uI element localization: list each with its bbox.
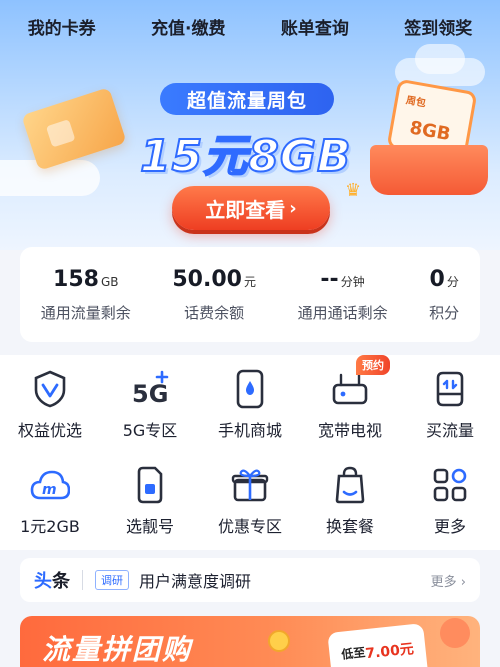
svg-text:5G: 5G <box>132 380 168 408</box>
grid-item-label: 宽带电视 <box>317 421 382 440</box>
stat-value: -- <box>320 266 339 292</box>
crown-icon: ♛ <box>345 180 362 201</box>
grid-item-choose-number[interactable]: 选靓号 <box>100 451 200 547</box>
grid-item-label: 换套餐 <box>325 517 374 536</box>
stat-unit: 分钟 <box>340 274 365 289</box>
group-buy-title: 流量拼团购 <box>42 633 193 666</box>
service-grid-row: 权益优选 5G 5G专区 手机商城 预约 宽带电视 买流量 <box>0 355 500 451</box>
sim-card-icon <box>130 465 170 505</box>
promo-headline: 15元8GB <box>139 130 352 183</box>
nav-recharge[interactable]: 充值·缴费 <box>145 6 231 47</box>
5g-icon: 5G <box>130 369 170 409</box>
chevron-right-icon: › <box>289 197 297 219</box>
router-icon <box>330 369 370 409</box>
grid-item-5g-zone[interactable]: 5G 5G专区 <box>100 355 200 451</box>
stat-value: 0 <box>429 266 445 292</box>
top-nav: 我的卡券 充值·缴费 账单查询 签到领奖 <box>0 0 500 52</box>
data-box-icon <box>430 369 470 409</box>
ball-decoration <box>440 618 470 648</box>
grid-item-label: 5G专区 <box>122 421 178 440</box>
grid-item-benefits[interactable]: 权益优选 <box>0 355 100 451</box>
grid-item-discount-zone[interactable]: 优惠专区 <box>200 451 300 547</box>
service-grid-row: m 1元2GB 选靓号 优惠专区 换套餐 更多 <box>0 451 500 547</box>
stat-label: 通用流量剩余 <box>40 303 131 322</box>
cloud-icon: m <box>30 465 70 505</box>
nav-bill-query[interactable]: 账单查询 <box>275 6 355 47</box>
grid-item-1yuan-2gb[interactable]: m 1元2GB <box>0 451 100 547</box>
grid-item-label: 1元2GB <box>20 517 80 536</box>
view-now-label: 立即查看 <box>205 197 286 222</box>
stat-value: 158 <box>53 266 99 292</box>
svg-text:m: m <box>42 482 57 498</box>
price-value: 7.00元 <box>364 641 415 663</box>
headline-logo-part1: 头 <box>34 571 52 592</box>
coin-icon <box>268 630 290 652</box>
group-buy-banner[interactable]: 流量拼团购 低至 7.00元 <box>20 616 480 667</box>
service-grid: 权益优选 5G 5G专区 手机商城 预约 宽带电视 买流量 m 1元2GB 选靓… <box>0 355 500 550</box>
grid-item-more[interactable]: 更多 <box>400 451 500 547</box>
grid-item-change-plan[interactable]: 换套餐 <box>300 451 400 547</box>
grid-item-broadband-tv[interactable]: 预约 宽带电视 <box>300 355 400 451</box>
divider <box>82 570 83 590</box>
account-stats-card: 158 GB 通用流量剩余 50.00 元 话费余额 -- 分钟 通用通话剩余 0分 … <box>20 247 480 342</box>
stat-call-remaining[interactable]: -- 分钟 通用通话剩余 <box>298 267 388 323</box>
news-title: 用户满意度调研 <box>139 572 252 591</box>
stat-unit: GB <box>100 274 119 289</box>
grid-item-label: 手机商城 <box>217 421 282 440</box>
price-card: 低至 7.00元 <box>327 623 429 667</box>
hero-banner[interactable]: 我的卡券 充值·缴费 账单查询 签到领奖 超值流量周包 15元8GB 8GB ♛… <box>0 0 500 250</box>
nav-checkin-reward[interactable]: 签到领奖 <box>398 6 478 47</box>
headline-news-bar[interactable]: 头条 调研 用户满意度调研 更多 › <box>20 558 480 602</box>
promo-tag: 超值流量周包 <box>160 83 334 115</box>
grid-item-phone-mall[interactable]: 手机商城 <box>200 355 300 451</box>
news-tag: 调研 <box>95 570 129 590</box>
stat-data-remaining[interactable]: 158 GB 通用流量剩余 <box>41 267 131 323</box>
grid-item-label: 更多 <box>433 517 466 536</box>
reservation-badge: 预约 <box>356 355 390 375</box>
stat-value: 50.00 <box>172 266 242 292</box>
stat-balance[interactable]: 50.00 元 话费余额 <box>172 267 256 323</box>
phone-icon <box>230 369 270 409</box>
more-link[interactable]: 更多 › <box>431 571 466 590</box>
gift-box-icon <box>370 145 488 195</box>
headline-logo: 头条 <box>34 567 70 593</box>
grid-item-label: 买流量 <box>425 421 474 440</box>
bag-icon <box>330 465 370 505</box>
grid-item-label: 权益优选 <box>17 421 82 440</box>
price-prefix: 低至 <box>340 645 367 662</box>
medal-icon <box>30 369 70 409</box>
stat-points[interactable]: 0分 积分 <box>429 267 459 323</box>
gift-illustration: 8GB <box>370 78 488 197</box>
grid-item-label: 选靓号 <box>125 517 174 536</box>
stat-label: 通用通话剩余 <box>297 303 388 322</box>
stat-label: 积分 <box>429 303 460 322</box>
headline-logo-part2: 条 <box>52 571 70 592</box>
grid-item-buy-data[interactable]: 买流量 <box>400 355 500 451</box>
stat-unit: 元 <box>243 274 256 289</box>
stat-unit: 分 <box>446 274 459 289</box>
nav-my-coupons[interactable]: 我的卡券 <box>22 6 102 47</box>
stat-label: 话费余额 <box>184 303 245 322</box>
gift-icon <box>230 465 270 505</box>
ticket-illustration <box>21 87 127 171</box>
grid-item-label: 优惠专区 <box>217 517 282 536</box>
grid-icon <box>430 465 470 505</box>
view-now-button[interactable]: 立即查看 › <box>172 186 330 230</box>
